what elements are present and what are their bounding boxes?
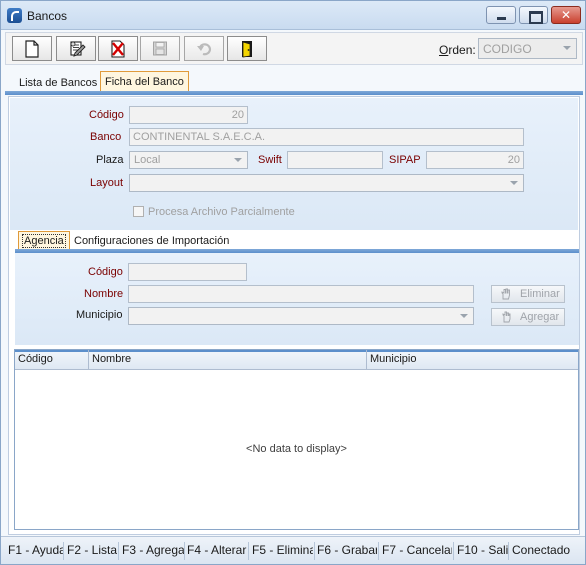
codigo-label: Código: [89, 109, 124, 121]
status-separator: [248, 542, 249, 560]
exit-door-icon: [242, 41, 252, 58]
agencia-municipio-label: Municipio: [76, 309, 123, 321]
status-f6-grabar[interactable]: F6 - Grabar: [317, 542, 377, 560]
grid-empty-message: <No data to display>: [246, 443, 347, 455]
status-conectado: Conectado: [512, 543, 571, 557]
new-document-icon: [25, 40, 39, 58]
procesa-checkbox[interactable]: [133, 206, 144, 217]
orden-value: CODIGO: [483, 42, 532, 56]
eliminar-label: Eliminar: [520, 288, 560, 300]
status-f3-agregar[interactable]: F3 - Agregar: [122, 542, 184, 560]
chevron-down-icon: [563, 46, 571, 50]
banco-value: CONTINENTAL S.A.E.C.A.: [133, 131, 266, 143]
tab-ficha-del-banco[interactable]: Ficha del Banco: [100, 71, 189, 93]
codigo-value: 20: [231, 109, 244, 121]
status-separator: [184, 542, 185, 560]
bancos-window: Bancos ✕ Orden: CODIGO Lista de Bancos F…: [0, 0, 586, 565]
column-header-codigo[interactable]: Código: [18, 353, 53, 365]
edit-document-icon: [70, 41, 86, 57]
exit-button[interactable]: [227, 36, 267, 61]
grid-header-accent: [15, 350, 578, 352]
procesa-label: Procesa Archivo Parcialmente: [148, 206, 295, 218]
orden-label: Orden:: [439, 43, 476, 57]
swift-label: Swift: [258, 154, 282, 166]
status-separator: [314, 542, 315, 560]
agencia-nombre-field[interactable]: [128, 285, 474, 303]
title-bar: Bancos: [1, 1, 585, 30]
banco-field[interactable]: CONTINENTAL S.A.E.C.A.: [129, 128, 524, 146]
chevron-down-icon: [234, 158, 242, 162]
layout-select[interactable]: [129, 174, 524, 192]
status-separator: [453, 542, 454, 560]
edit-button[interactable]: [56, 36, 96, 61]
plaza-value: Local: [134, 154, 161, 166]
grid-header: Código Nombre Municipio: [15, 350, 578, 370]
sipap-field[interactable]: 20: [426, 151, 524, 169]
undo-button[interactable]: [184, 36, 224, 61]
orden-select[interactable]: CODIGO: [478, 38, 577, 59]
chevron-down-icon: [460, 314, 468, 318]
app-icon: [7, 8, 22, 23]
column-separator[interactable]: [88, 350, 89, 370]
status-f5-eliminar[interactable]: F5 - Eliminar: [252, 542, 313, 560]
agregar-label: Agregar: [520, 311, 560, 323]
sipap-value: 20: [507, 154, 520, 166]
status-f10-salir[interactable]: F10 - Salir: [457, 542, 508, 560]
column-header-nombre[interactable]: Nombre: [92, 353, 131, 365]
status-f4-alterar[interactable]: F4 - Alterar: [187, 542, 247, 560]
plaza-label: Plaza: [96, 154, 124, 166]
status-separator: [118, 542, 119, 560]
new-button[interactable]: [12, 36, 52, 61]
undo-icon: [197, 43, 212, 56]
swift-field[interactable]: [287, 151, 383, 169]
banco-label: Banco: [90, 131, 122, 143]
agencia-nombre-label: Nombre: [84, 288, 124, 300]
status-bar: F1 - Ayuda F2 - Lista F3 - Agregar F4 - …: [1, 536, 585, 564]
status-separator: [63, 542, 64, 560]
status-separator: [508, 542, 509, 560]
status-separator: [378, 542, 379, 560]
close-button[interactable]: [551, 6, 581, 24]
minimize-button[interactable]: [486, 6, 516, 24]
tab-configuraciones-de-importacion[interactable]: Configuraciones de Importación: [70, 231, 233, 251]
tab-agencia[interactable]: Agencia: [18, 231, 70, 251]
save-icon: [153, 41, 167, 56]
codigo-field[interactable]: 20: [129, 106, 248, 124]
status-f2-lista[interactable]: F2 - Lista: [67, 542, 117, 560]
save-button[interactable]: [140, 36, 180, 61]
sipap-label: SIPAP: [389, 154, 421, 166]
hand-point-icon: [502, 311, 511, 323]
column-header-municipio[interactable]: Municipio: [370, 353, 416, 365]
tab-lista-de-bancos[interactable]: Lista de Bancos: [15, 73, 101, 93]
delete-button[interactable]: [98, 36, 138, 61]
hand-icon: [501, 288, 510, 300]
tab-agencia-label: Agencia: [22, 234, 66, 248]
delete-icon: [111, 40, 125, 58]
tab-strip: [5, 91, 583, 95]
agregar-button[interactable]: Agregar: [491, 308, 565, 326]
agencias-grid[interactable]: Código Nombre Municipio <No data to disp…: [14, 349, 579, 530]
maximize-button[interactable]: [519, 6, 548, 24]
agencia-codigo-label: Código: [88, 266, 123, 278]
window-title: Bancos: [27, 9, 68, 23]
plaza-select[interactable]: Local: [129, 151, 248, 169]
column-separator[interactable]: [366, 350, 367, 370]
status-f1-ayuda[interactable]: F1 - Ayuda: [8, 542, 63, 560]
agencia-municipio-select[interactable]: [128, 307, 474, 325]
status-f7-cancelar[interactable]: F7 - Cancelar: [382, 542, 452, 560]
chevron-down-icon: [510, 181, 518, 185]
eliminar-button[interactable]: Eliminar: [491, 285, 565, 303]
layout-label: Layout: [90, 177, 124, 189]
agencia-codigo-field[interactable]: [128, 263, 247, 281]
